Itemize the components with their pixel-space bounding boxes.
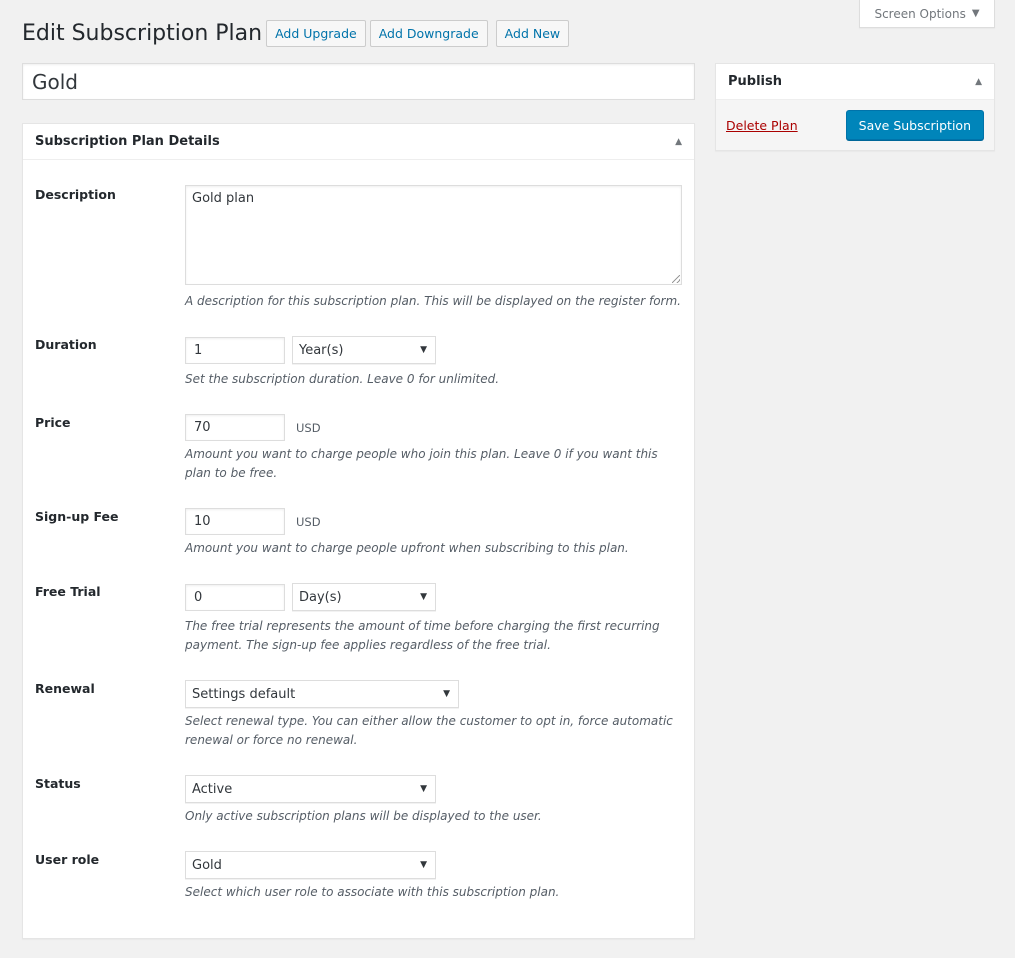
signup-fee-help: Amount you want to charge people upfront…	[185, 541, 629, 555]
publish-box-title: Publish	[728, 74, 782, 89]
publish-box-header[interactable]: Publish ▲	[716, 64, 994, 100]
description-label: Description	[35, 187, 116, 202]
caret-down-icon: ▼	[420, 784, 427, 794]
description-value: Gold plan	[192, 191, 255, 206]
description-help: A description for this subscription plan…	[185, 294, 681, 308]
status-help: Only active subscription plans will be d…	[185, 809, 542, 823]
duration-unit-select[interactable]: Year(s) ▼	[292, 336, 436, 364]
add-upgrade-button[interactable]: Add Upgrade	[266, 20, 366, 47]
price-help: Amount you want to charge people who joi…	[185, 447, 658, 480]
duration-unit-value: Year(s)	[299, 342, 344, 358]
add-new-button[interactable]: Add New	[495, 20, 570, 47]
renewal-value: Settings default	[192, 686, 296, 702]
user-role-help: Select which user role to associate with…	[185, 885, 560, 899]
publish-box: Publish ▲ Delete Plan Save Subscription	[715, 63, 995, 151]
renewal-help: Select renewal type. You can either allo…	[185, 714, 673, 747]
collapse-arrow-icon[interactable]: ▲	[675, 137, 682, 147]
signup-fee-label: Sign-up Fee	[35, 509, 119, 524]
user-role-select[interactable]: Gold ▼	[185, 851, 436, 879]
caret-down-icon: ▼	[443, 689, 450, 699]
status-value: Active	[192, 781, 233, 797]
resize-handle-icon[interactable]	[672, 275, 680, 283]
save-subscription-button[interactable]: Save Subscription	[845, 110, 984, 140]
user-role-value: Gold	[192, 857, 222, 873]
duration-input[interactable]: 1	[185, 336, 285, 364]
collapse-arrow-icon[interactable]: ▲	[975, 77, 982, 87]
page: Screen Options ▼ Edit Subscription Plan …	[0, 0, 1015, 958]
signup-fee-input[interactable]: 10	[185, 508, 285, 535]
renewal-label: Renewal	[35, 681, 95, 696]
publish-actions: Delete Plan Save Subscription	[716, 100, 994, 150]
details-box-header[interactable]: Subscription Plan Details ▲	[23, 124, 694, 160]
page-header: Edit Subscription Plan Add Upgrade Add D…	[22, 20, 570, 47]
duration-label: Duration	[35, 337, 97, 352]
price-label: Price	[35, 415, 71, 430]
subscription-plan-details-box: Subscription Plan Details ▲ Description …	[22, 123, 695, 939]
caret-down-icon: ▼	[420, 345, 427, 355]
user-role-label: User role	[35, 852, 100, 867]
renewal-select[interactable]: Settings default ▼	[185, 680, 459, 708]
status-label: Status	[35, 776, 81, 791]
free-trial-unit-value: Day(s)	[299, 589, 342, 605]
signup-fee-currency: USD	[296, 514, 321, 529]
free-trial-input[interactable]: 0	[185, 583, 285, 611]
add-downgrade-button[interactable]: Add Downgrade	[369, 20, 488, 47]
chevron-down-icon: ▼	[971, 8, 980, 19]
status-select[interactable]: Active ▼	[185, 775, 436, 803]
free-trial-unit-select[interactable]: Day(s) ▼	[292, 583, 436, 611]
page-title: Edit Subscription Plan	[22, 21, 263, 46]
price-currency: USD	[296, 420, 321, 435]
delete-plan-link[interactable]: Delete Plan	[726, 118, 798, 133]
caret-down-icon: ▼	[420, 860, 427, 870]
description-textarea[interactable]: Gold plan	[185, 185, 682, 285]
screen-options-label: Screen Options	[874, 6, 966, 21]
price-input[interactable]: 70	[185, 414, 285, 441]
plan-title-input[interactable]: Gold	[22, 63, 695, 100]
screen-options-button[interactable]: Screen Options ▼	[859, 0, 995, 28]
free-trial-label: Free Trial	[35, 584, 101, 599]
caret-down-icon: ▼	[420, 592, 427, 602]
duration-help: Set the subscription duration. Leave 0 f…	[185, 372, 500, 386]
details-box-title: Subscription Plan Details	[35, 134, 220, 149]
free-trial-help: The free trial represents the amount of …	[185, 619, 660, 652]
